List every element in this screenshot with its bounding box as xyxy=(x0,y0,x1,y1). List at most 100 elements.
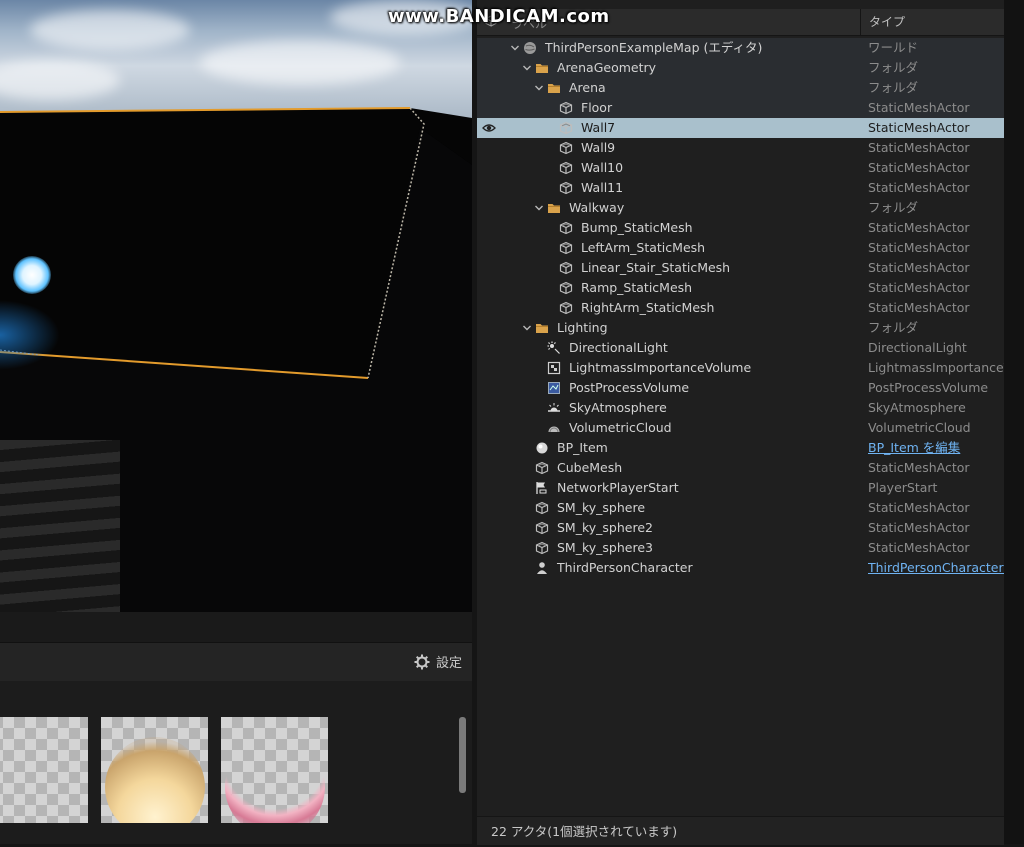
outliner-row[interactable]: BP_Item BP_Item を編集 xyxy=(477,438,1004,458)
outliner-row[interactable]: Ramp_StaticMesh StaticMeshActor xyxy=(477,278,1004,298)
static-mesh-icon xyxy=(559,261,573,275)
row-type: PostProcessVolume xyxy=(868,380,989,395)
row-label: Wall7 xyxy=(581,120,616,135)
outliner-row[interactable]: Wall10 StaticMeshActor xyxy=(477,158,1004,178)
static-mesh-icon xyxy=(559,101,573,115)
row-label: ArenaGeometry xyxy=(557,60,657,75)
viewport-border xyxy=(0,612,472,642)
blueprint-sphere-icon xyxy=(536,442,548,454)
outliner-row[interactable]: Linear_Stair_StaticMesh StaticMeshActor xyxy=(477,258,1004,278)
player-start-icon xyxy=(536,482,547,494)
outliner-status-bar: 22 アクタ(1個選択されています) xyxy=(477,816,1004,845)
outliner-row[interactable]: CubeMesh StaticMeshActor xyxy=(477,458,1004,478)
static-mesh-icon xyxy=(559,221,573,235)
row-type: StaticMeshActor xyxy=(868,240,970,255)
row-label: Lighting xyxy=(557,320,608,335)
outliner-row[interactable]: ThirdPersonCharacter ThirdPersonCharacter… xyxy=(477,558,1004,578)
settings-label: 設定 xyxy=(435,656,462,671)
row-label: Linear_Stair_StaticMesh xyxy=(581,260,731,275)
row-type: StaticMeshActor xyxy=(868,160,970,175)
outliner-row[interactable]: NetworkPlayerStart PlayerStart xyxy=(477,478,1004,498)
directional-light-icon xyxy=(547,341,560,354)
outliner-row[interactable]: Wall11 StaticMeshActor xyxy=(477,178,1004,198)
outliner-row[interactable]: Wall7 StaticMeshActor xyxy=(477,118,1004,138)
post-process-volume-icon xyxy=(548,382,560,394)
static-mesh-icon xyxy=(535,461,549,475)
folder-icon xyxy=(536,324,548,333)
row-type: フォルダ xyxy=(868,80,919,95)
row-type: StaticMeshActor xyxy=(868,300,970,315)
outliner-row[interactable]: RightArm_StaticMesh StaticMeshActor xyxy=(477,298,1004,318)
row-type: StaticMeshActor xyxy=(868,540,970,555)
outliner-row[interactable]: VolumetricCloud VolumetricCloud xyxy=(477,418,1004,438)
row-label: ThirdPersonCharacter xyxy=(557,560,693,575)
static-mesh-icon xyxy=(535,521,549,535)
folder-icon xyxy=(536,64,548,73)
outliner-row[interactable]: SM_ky_sphere StaticMeshActor xyxy=(477,498,1004,518)
row-label: ThirdPersonExampleMap (エディタ) xyxy=(545,40,763,55)
folder-icon xyxy=(548,84,560,93)
level-viewport[interactable] xyxy=(0,0,472,612)
row-type: StaticMeshActor xyxy=(868,100,970,115)
row-type: フォルダ xyxy=(868,200,919,215)
row-type: PlayerStart xyxy=(868,480,938,495)
outliner-row[interactable]: SM_ky_sphere3 StaticMeshActor xyxy=(477,538,1004,558)
static-mesh-icon xyxy=(559,161,573,175)
row-type: StaticMeshActor xyxy=(868,460,970,475)
row-type: フォルダ xyxy=(868,320,919,335)
lightmass-volume-icon xyxy=(547,361,561,375)
row-label: DirectionalLight xyxy=(569,340,668,355)
static-mesh-icon xyxy=(535,501,549,515)
row-type: VolumetricCloud xyxy=(868,420,971,435)
row-label: CubeMesh xyxy=(557,460,623,475)
outliner-row[interactable]: SM_ky_sphere2 StaticMeshActor xyxy=(477,518,1004,538)
row-label: BP_Item xyxy=(557,440,608,455)
row-label: Wall9 xyxy=(581,140,616,155)
edit-blueprint-link[interactable]: ThirdPersonCharacter を編集 xyxy=(868,558,1004,578)
outliner-row[interactable]: ThirdPersonExampleMap (エディタ) ワールド xyxy=(477,38,1004,58)
outliner-row[interactable]: Bump_StaticMesh StaticMeshActor xyxy=(477,218,1004,238)
type-column-header[interactable]: タイプ xyxy=(860,9,1004,35)
material-thumbnail-plain[interactable] xyxy=(0,717,88,823)
static-mesh-icon xyxy=(559,241,573,255)
material-thumbnail-warm[interactable] xyxy=(101,717,208,823)
row-type: StaticMeshActor xyxy=(868,140,970,155)
material-thumbnail-pink[interactable] xyxy=(221,717,328,823)
outliner-row[interactable]: Walkway フォルダ xyxy=(477,198,1004,218)
content-browser-toolbar: 設定 xyxy=(0,642,472,682)
row-label: VolumetricCloud xyxy=(569,420,672,435)
edit-blueprint-link[interactable]: BP_Item を編集 xyxy=(868,438,1004,458)
outliner-row[interactable]: Arena フォルダ xyxy=(477,78,1004,98)
outliner-row[interactable]: LeftArm_StaticMesh StaticMeshActor xyxy=(477,238,1004,258)
row-label: LightmassImportanceVolume xyxy=(569,360,752,375)
row-label: Wall10 xyxy=(581,160,624,175)
folder-icon xyxy=(548,204,560,213)
row-label: Walkway xyxy=(569,200,625,215)
outliner-row[interactable]: PostProcessVolume PostProcessVolume xyxy=(477,378,1004,398)
row-type: StaticMeshActor xyxy=(868,520,970,535)
row-type: StaticMeshActor xyxy=(868,220,970,235)
point-light-orb xyxy=(13,256,51,294)
row-type: フォルダ xyxy=(868,60,919,75)
row-type: DirectionalLight xyxy=(868,340,967,355)
static-mesh-icon xyxy=(559,281,573,295)
outliner-row[interactable]: Floor StaticMeshActor xyxy=(477,98,1004,118)
visibility-eye-icon[interactable] xyxy=(482,121,496,135)
outliner-row[interactable]: SkyAtmosphere SkyAtmosphere xyxy=(477,398,1004,418)
volumetric-cloud-icon xyxy=(548,426,560,433)
outliner-row[interactable]: LightmassImportanceVolume LightmassImport… xyxy=(477,358,1004,378)
settings-button[interactable]: 設定 xyxy=(414,652,462,671)
static-mesh-icon xyxy=(559,121,573,135)
static-mesh-icon xyxy=(535,541,549,555)
row-label: Arena xyxy=(569,80,606,95)
content-browser-scrollbar[interactable] xyxy=(459,717,466,793)
sky-atmosphere-icon xyxy=(548,403,560,412)
character-icon xyxy=(537,562,547,574)
static-mesh-icon xyxy=(559,301,573,315)
outliner-row[interactable]: DirectionalLight DirectionalLight xyxy=(477,338,1004,358)
outliner-row[interactable]: ArenaGeometry フォルダ xyxy=(477,58,1004,78)
outliner-row[interactable]: Wall9 StaticMeshActor xyxy=(477,138,1004,158)
outliner-row[interactable]: Lighting フォルダ xyxy=(477,318,1004,338)
row-type: StaticMeshActor xyxy=(868,260,970,275)
recording-watermark: www.BANDICAM.com xyxy=(388,6,610,27)
